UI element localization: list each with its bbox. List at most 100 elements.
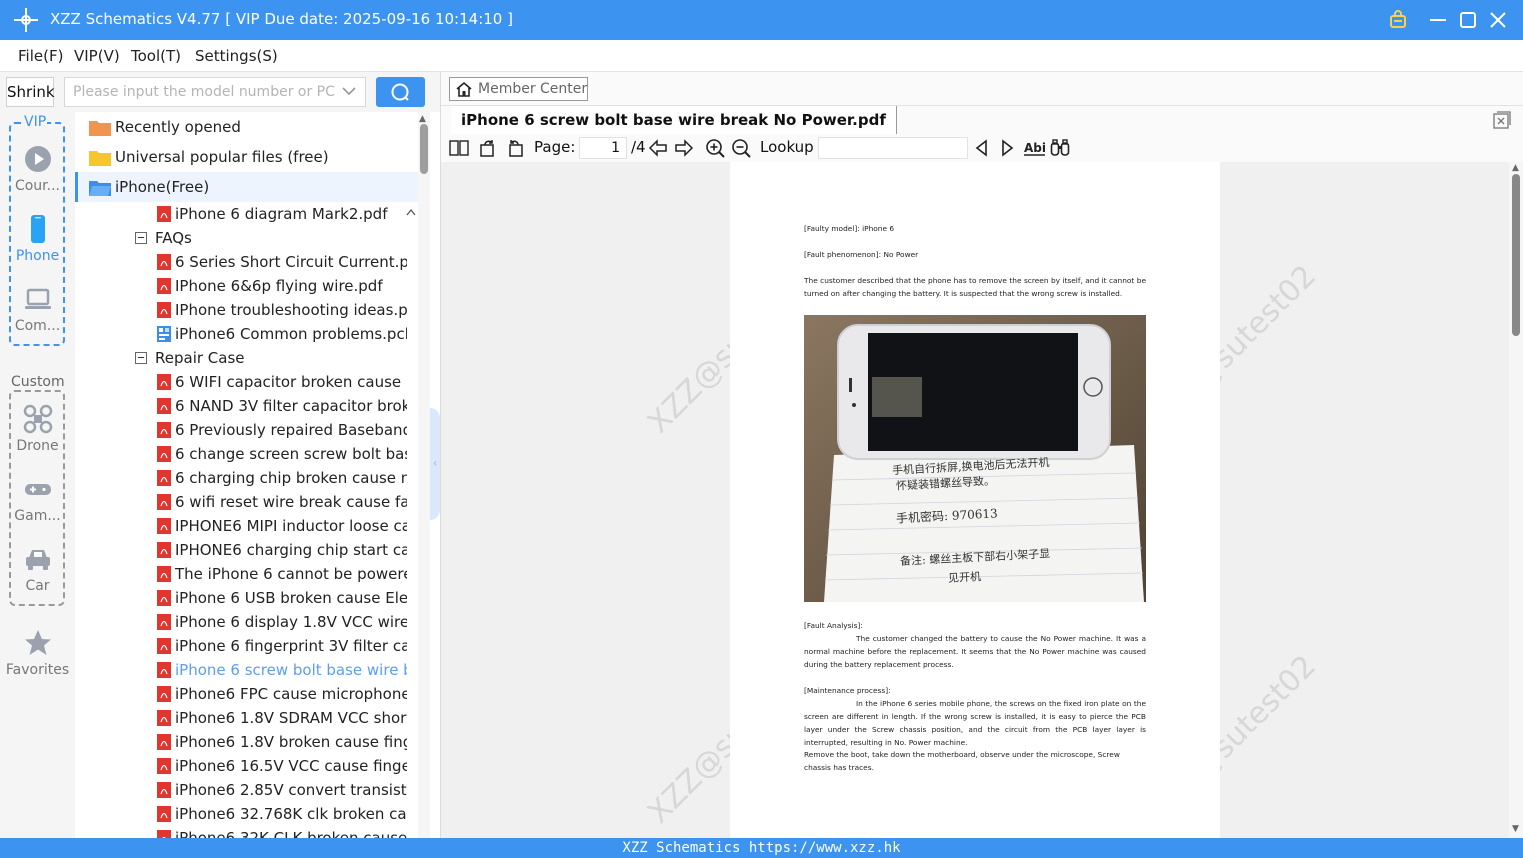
tree-file-item[interactable]: 6 NAND 3V filter capacitor broken bbox=[157, 394, 407, 418]
tree-node-repair-case[interactable]: Repair Case bbox=[135, 346, 405, 370]
pdf-file-icon bbox=[157, 398, 171, 414]
doc-fault-phenomenon: [Fault phenomenon]: No Power bbox=[804, 250, 919, 259]
rotate-left-button[interactable] bbox=[478, 138, 498, 158]
tree-file-label: IPhone troubleshooting ideas.pdf bbox=[175, 301, 407, 319]
category-phone-label: Phone bbox=[15, 248, 60, 264]
tree-file-item[interactable]: 6 Series Short Circuit Current.pdf bbox=[157, 250, 407, 274]
category-bar: VIP Custom Cour... Phone Com... Drone Ga… bbox=[0, 112, 75, 838]
tree-file-item[interactable]: iPhone 6 screw bolt base wire brea bbox=[157, 658, 407, 682]
menu-bar: File(F) VIP(V) Tool(T) Settings(S) bbox=[0, 40, 1523, 72]
tree-file-top[interactable]: iPhone 6 diagram Mark2.pdf bbox=[157, 202, 407, 226]
menu-vip[interactable]: VIP(V) bbox=[74, 47, 120, 65]
sidebar-collapse-handle[interactable]: ‹ bbox=[430, 408, 440, 520]
collapse-toggle-icon[interactable] bbox=[135, 352, 147, 364]
model-search-input[interactable] bbox=[65, 78, 335, 106]
category-favorites-label: Favorites bbox=[5, 662, 70, 678]
category-favorites[interactable]: Favorites bbox=[0, 628, 75, 678]
page-number-input[interactable]: 1 bbox=[579, 137, 627, 159]
pdf-viewer[interactable]: XZZ@sutest02 XZZ@sutest02 XZZ@sutest02 X… bbox=[441, 162, 1509, 838]
chevron-down-icon[interactable] bbox=[341, 83, 357, 99]
pdf-file-icon bbox=[157, 518, 171, 534]
match-case-icon: Abi bbox=[1024, 141, 1046, 156]
menu-settings[interactable]: Settings(S) bbox=[195, 47, 278, 65]
tree-file-item[interactable]: iPhone6 32K CLK broken cause co bbox=[157, 826, 407, 838]
category-computer[interactable]: Com... bbox=[0, 284, 75, 334]
tree-file-item[interactable]: iPhone6 16.5V VCC cause fingerpri bbox=[157, 754, 407, 778]
tree-file-item[interactable]: IPhone 6&6p flying wire.pdf bbox=[157, 274, 407, 298]
tree-scrollbar[interactable]: ▲ bbox=[418, 112, 430, 838]
tree-file-item[interactable]: IPhone troubleshooting ideas.pdf bbox=[157, 298, 407, 322]
tree-file-label: The iPhone 6 cannot be powered c bbox=[175, 565, 407, 583]
two-page-view-button[interactable] bbox=[449, 138, 469, 158]
tree-file-label: iPhone6 FPC cause microphone sc bbox=[175, 685, 407, 703]
viewer-scrollbar[interactable]: ▲ ▼ bbox=[1509, 162, 1523, 838]
pdf-file-icon bbox=[157, 710, 171, 726]
find-next-button[interactable] bbox=[997, 138, 1017, 158]
tree-file-item[interactable]: 6 wifi reset wire break cause failec bbox=[157, 490, 407, 514]
next-page-button[interactable] bbox=[674, 138, 694, 158]
folder-iphone-free[interactable]: iPhone(Free) bbox=[75, 172, 418, 202]
category-drone[interactable]: Drone bbox=[0, 404, 75, 454]
doc-description: The customer described that the phone ha… bbox=[804, 276, 1146, 298]
tree-file-item[interactable]: iPhone 6 USB broken cause Electri bbox=[157, 586, 407, 610]
search-button[interactable] bbox=[376, 77, 425, 107]
scroll-up-icon[interactable]: ▲ bbox=[419, 114, 426, 124]
tree-file-item[interactable]: iPhone6 1.8V SDRAM VCC short cir bbox=[157, 706, 407, 730]
phone-icon bbox=[30, 215, 45, 243]
tree-file-item[interactable]: IPHONE6 charging chip start capac bbox=[157, 538, 407, 562]
tree-file-item[interactable]: iPhone 6 display 1.8V VCC wire bre bbox=[157, 610, 407, 634]
match-case-button[interactable]: Abi bbox=[1023, 138, 1047, 158]
tree-file-item[interactable]: 6 Previously repaired Baseband loc bbox=[157, 418, 407, 442]
laptop-icon bbox=[24, 288, 51, 309]
tree-node-faqs[interactable]: FAQs bbox=[135, 226, 405, 250]
tree-file-item[interactable]: 6 change screen screw bolt base w bbox=[157, 442, 407, 466]
pdf-file-icon bbox=[157, 638, 171, 654]
pdf-file-icon bbox=[157, 566, 171, 582]
tree-file-item[interactable]: 6 charging chip broken cause no c bbox=[157, 466, 407, 490]
member-center-button[interactable]: Member Center bbox=[449, 77, 588, 101]
collapse-up-icon[interactable] bbox=[406, 208, 416, 216]
minimize-button[interactable] bbox=[1426, 8, 1450, 32]
search-row: Shrink bbox=[0, 72, 440, 112]
tree-file-label: iPhone6 16.5V VCC cause fingerpri bbox=[175, 757, 407, 775]
category-phone[interactable]: Phone bbox=[0, 214, 75, 264]
tree-file-item[interactable]: iPhone 6 fingerprint 3V filter capac bbox=[157, 634, 407, 658]
menu-file[interactable]: File(F) bbox=[18, 47, 63, 65]
rotate-right-button[interactable] bbox=[505, 138, 525, 158]
tree-file-item[interactable]: iPhone6 2.85V convert transistorbr bbox=[157, 778, 407, 802]
tree-file-item[interactable]: iPhone6 1.8V broken cause fingerp bbox=[157, 730, 407, 754]
category-car[interactable]: Car bbox=[0, 544, 75, 594]
tree-file-item[interactable]: iPhone6 32.768K clk broken cause bbox=[157, 802, 407, 826]
zoom-out-button[interactable] bbox=[731, 138, 751, 158]
menu-tool[interactable]: Tool(T) bbox=[131, 47, 181, 65]
prev-page-button[interactable] bbox=[648, 138, 668, 158]
tree-scroll-thumb[interactable] bbox=[420, 124, 428, 174]
viewer-scroll-thumb[interactable] bbox=[1512, 174, 1520, 336]
shrink-button[interactable]: Shrink bbox=[6, 77, 55, 107]
scroll-up-icon[interactable]: ▲ bbox=[1512, 163, 1519, 173]
doc-analysis-heading: [Fault Analysis]: bbox=[804, 621, 863, 630]
zoom-in-button[interactable] bbox=[705, 138, 725, 158]
collapse-toggle-icon[interactable] bbox=[135, 232, 147, 244]
close-tab-icon[interactable] bbox=[1493, 111, 1511, 129]
document-tab[interactable]: iPhone 6 screw bolt base wire break No P… bbox=[451, 106, 897, 134]
pdf-file-icon bbox=[157, 206, 171, 222]
find-previous-button[interactable] bbox=[972, 138, 992, 158]
tree-file-item[interactable]: iPhone6 Common problems.pcb bbox=[157, 322, 407, 346]
maximize-button[interactable] bbox=[1456, 8, 1480, 32]
scroll-down-icon[interactable]: ▼ bbox=[1512, 824, 1519, 834]
close-button[interactable] bbox=[1486, 8, 1510, 32]
folder-recently-opened[interactable]: Recently opened bbox=[75, 112, 418, 142]
tree-file-item[interactable]: IPHONE6 MIPI inductor loose caus bbox=[157, 514, 407, 538]
find-all-button[interactable] bbox=[1050, 138, 1070, 158]
tree-file-item[interactable]: 6 WIFI capacitor broken cause larg bbox=[157, 370, 407, 394]
pdf-file-icon bbox=[157, 470, 171, 486]
tree-file-item[interactable]: iPhone6 FPC cause microphone sc bbox=[157, 682, 407, 706]
vip-bag-button[interactable] bbox=[1386, 8, 1410, 32]
tree-file-item[interactable]: The iPhone 6 cannot be powered c bbox=[157, 562, 407, 586]
lookup-input[interactable] bbox=[818, 137, 968, 159]
folder-universal-popular[interactable]: Universal popular files (free) bbox=[75, 142, 418, 172]
zoom-out-icon bbox=[732, 139, 751, 158]
category-game[interactable]: Gam... bbox=[0, 474, 75, 524]
category-courses[interactable]: Cour... bbox=[0, 144, 75, 194]
